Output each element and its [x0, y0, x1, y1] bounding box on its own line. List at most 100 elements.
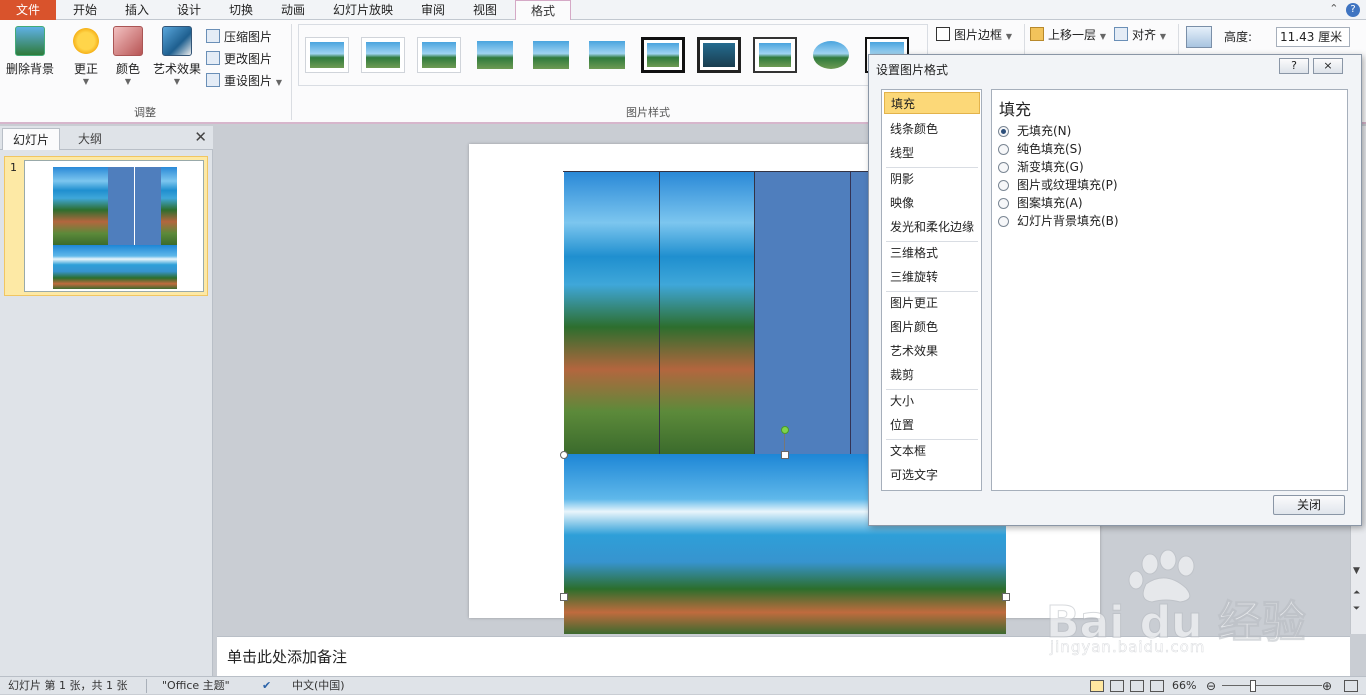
normal-view-icon[interactable]: [1090, 680, 1104, 692]
tab-animations[interactable]: 动画: [268, 0, 318, 20]
zoom-slider-thumb[interactable]: [1250, 680, 1256, 692]
slide-background-fill-radio[interactable]: 幻灯片背景填充(B): [998, 212, 1298, 230]
format-picture-dialog: 设置图片格式 ? × 填充 线条颜色 线型 阴影 映像 发光和柔化边缘 三维格式…: [868, 54, 1362, 526]
pattern-fill-label: 图案填充(A): [1017, 196, 1083, 210]
picture-column-2[interactable]: [660, 172, 755, 454]
slide-sorter-icon[interactable]: [1110, 680, 1124, 692]
tab-view[interactable]: 视图: [460, 0, 510, 20]
nav-shadow[interactable]: 阴影: [884, 168, 980, 190]
remove-background-button[interactable]: 删除背景: [4, 26, 56, 77]
tab-slideshow[interactable]: 幻灯片放映: [324, 0, 402, 20]
pattern-fill-radio[interactable]: 图案填充(A): [998, 194, 1298, 212]
dialog-close-button[interactable]: 关闭: [1273, 495, 1345, 515]
picture-style-3[interactable]: [417, 37, 461, 73]
nav-glow-soft-edges[interactable]: 发光和柔化边缘: [884, 216, 980, 238]
tab-insert[interactable]: 插入: [112, 0, 162, 20]
change-picture-button[interactable]: 更改图片: [206, 48, 290, 70]
artistic-effects-button[interactable]: 艺术效果 ▼: [150, 26, 204, 86]
ribbon-collapse-controls[interactable]: ⌃ ?: [1320, 2, 1360, 18]
crop-icon[interactable]: [1186, 26, 1212, 48]
rotate-handle-line: [784, 434, 785, 452]
picture-style-6[interactable]: [585, 37, 629, 73]
nav-3d-rotation[interactable]: 三维旋转: [884, 266, 980, 288]
nav-artistic-effects[interactable]: 艺术效果: [884, 340, 980, 362]
height-input[interactable]: 11.43 厘米: [1276, 27, 1350, 47]
picture-style-5[interactable]: [529, 37, 573, 73]
zoom-in-icon[interactable]: ⊕: [1322, 677, 1332, 695]
tab-home[interactable]: 开始: [60, 0, 110, 20]
blue-shape-column-4[interactable]: [851, 172, 869, 454]
nav-line-style[interactable]: 线型: [884, 142, 980, 164]
picture-style-4[interactable]: [473, 37, 517, 73]
picture-column-1[interactable]: [564, 172, 660, 454]
nav-crop[interactable]: 裁剪: [884, 364, 980, 386]
theme-status[interactable]: "Office 主题": [162, 677, 230, 695]
nav-text-box[interactable]: 文本框: [884, 440, 980, 462]
picture-style-1[interactable]: [305, 37, 349, 73]
next-slide-icon[interactable]: ⏷: [1353, 604, 1360, 614]
picture-border-label: 图片边框: [954, 28, 1003, 42]
reset-picture-button[interactable]: 重设图片 ▼: [206, 70, 290, 92]
fit-to-window-icon[interactable]: [1344, 680, 1358, 692]
status-bar: 幻灯片 第 1 张，共 1 张 "Office 主题" ✔ 中文(中国) 66%…: [0, 676, 1366, 694]
reading-view-icon[interactable]: [1130, 680, 1144, 692]
zoom-out-icon[interactable]: ⊖: [1206, 677, 1216, 695]
bring-forward-button[interactable]: 上移一层 ▼: [1030, 24, 1114, 46]
align-label: 对齐: [1132, 28, 1157, 42]
spellcheck-icon[interactable]: ✔: [262, 677, 271, 695]
color-button[interactable]: 颜色 ▼: [110, 26, 146, 86]
nav-picture-color[interactable]: 图片颜色: [884, 316, 980, 338]
tab-design[interactable]: 设计: [164, 0, 214, 20]
blue-shape-column-3[interactable]: [755, 172, 851, 454]
resize-handle-top-left[interactable]: [560, 451, 568, 459]
picture-style-9[interactable]: [753, 37, 797, 73]
solid-fill-label: 纯色填充(S): [1017, 142, 1082, 156]
picture-style-2[interactable]: [361, 37, 405, 73]
change-picture-icon: [206, 51, 220, 65]
tab-format[interactable]: 格式: [515, 0, 571, 21]
slideshow-icon[interactable]: [1150, 680, 1164, 692]
no-fill-radio[interactable]: 无填充(N): [998, 122, 1298, 140]
nav-picture-corrections[interactable]: 图片更正: [884, 292, 980, 314]
nav-line-color[interactable]: 线条颜色: [884, 118, 980, 140]
solid-fill-radio[interactable]: 纯色填充(S): [998, 140, 1298, 158]
previous-slide-icon[interactable]: ⏶: [1353, 588, 1360, 598]
nav-reflection[interactable]: 映像: [884, 192, 980, 214]
compress-pictures-button[interactable]: 压缩图片: [206, 26, 290, 48]
nav-fill[interactable]: 填充: [884, 92, 980, 114]
picture-texture-fill-radio[interactable]: 图片或纹理填充(P): [998, 176, 1298, 194]
tab-review[interactable]: 审阅: [408, 0, 458, 20]
picture-border-button[interactable]: 图片边框 ▼: [936, 24, 1020, 46]
gradient-fill-radio[interactable]: 渐变填充(G): [998, 158, 1298, 176]
resize-handle-right[interactable]: [1002, 593, 1010, 601]
rotate-handle[interactable]: [781, 426, 789, 434]
nav-position[interactable]: 位置: [884, 414, 980, 436]
tab-transitions[interactable]: 切换: [216, 0, 266, 20]
tab-slides[interactable]: 幻灯片: [2, 128, 60, 150]
zoom-slider[interactable]: [1222, 685, 1322, 686]
resize-handle-top[interactable]: [781, 451, 789, 459]
resize-handle-left[interactable]: [560, 593, 568, 601]
minimize-ribbon-icon[interactable]: ⌃: [1329, 2, 1338, 15]
close-pane-icon[interactable]: ✕: [194, 128, 207, 146]
selection-outline: [563, 171, 869, 172]
nav-alt-text[interactable]: 可选文字: [884, 464, 980, 486]
align-button[interactable]: 对齐 ▼: [1114, 24, 1174, 46]
corrections-button[interactable]: 更正 ▼: [66, 26, 106, 86]
file-tab[interactable]: 文件: [0, 0, 56, 20]
picture-style-10[interactable]: [809, 37, 853, 73]
slide-thumbnail[interactable]: [24, 160, 204, 292]
scroll-down-arrow-icon[interactable]: ▼: [1353, 566, 1360, 576]
nav-3d-format[interactable]: 三维格式: [884, 242, 980, 264]
tab-outline[interactable]: 大纲: [62, 128, 118, 150]
picture-style-8[interactable]: [697, 37, 741, 73]
dialog-close-icon[interactable]: ×: [1313, 58, 1343, 74]
help-icon[interactable]: ?: [1346, 3, 1360, 17]
language-status[interactable]: 中文(中国): [292, 677, 345, 695]
zoom-level[interactable]: 66%: [1172, 677, 1196, 695]
picture-style-7[interactable]: [641, 37, 685, 73]
pane-tabs: 幻灯片 大纲 ✕: [0, 126, 213, 150]
bring-forward-label: 上移一层: [1048, 28, 1097, 42]
nav-size[interactable]: 大小: [884, 390, 980, 412]
dialog-help-button[interactable]: ?: [1279, 58, 1309, 74]
